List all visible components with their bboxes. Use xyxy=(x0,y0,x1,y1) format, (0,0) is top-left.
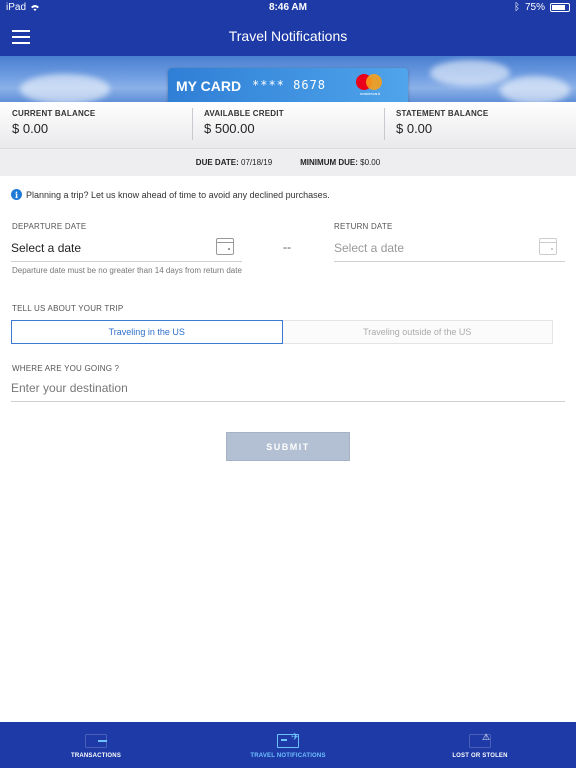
due-info-bar: DUE DATE: 07/18/19 MINIMUM DUE: $0.00 xyxy=(0,148,576,176)
card-banner: MY CARD **** 8678 mastercard xyxy=(0,56,576,102)
calendar-icon[interactable] xyxy=(216,238,234,255)
balance-value: $ 500.00 xyxy=(204,121,255,136)
calendar-icon[interactable] xyxy=(539,238,557,255)
departure-date-hint: Departure date must be no greater than 1… xyxy=(12,266,242,275)
cloud-decoration xyxy=(500,76,570,102)
statement-balance: STATEMENT BALANCE $ 0.00 xyxy=(384,102,576,148)
trip-option-us[interactable]: Traveling in the US xyxy=(11,320,283,344)
travel-airplane-icon xyxy=(277,732,299,748)
card-number: **** 8678 xyxy=(252,78,327,92)
return-date-field[interactable]: Select a date xyxy=(334,236,565,262)
available-credit: AVAILABLE CREDIT $ 500.00 xyxy=(192,102,384,148)
page-title: Travel Notifications xyxy=(228,28,348,44)
app-header: iPad 8:46 AM ᛒ 75% Travel Notifications xyxy=(0,0,576,56)
tab-transactions[interactable]: TRANSACTIONS xyxy=(0,722,192,768)
tab-lost-or-stolen[interactable]: LOST OR STOLEN xyxy=(384,722,576,768)
tab-label: TRANSACTIONS xyxy=(70,753,122,759)
balance-value: $ 0.00 xyxy=(12,121,49,136)
destination-label: WHERE ARE YOU GOING ? xyxy=(12,364,120,373)
balance-value: $ 0.00 xyxy=(396,121,433,136)
balance-label: AVAILABLE CREDIT xyxy=(204,109,284,118)
destination-input[interactable]: Enter your destination xyxy=(11,376,565,402)
bottom-tab-bar: TRANSACTIONS TRAVEL NOTIFICATIONS LOST O… xyxy=(0,722,576,768)
tab-label: TRAVEL NOTIFICATIONS xyxy=(250,753,326,759)
battery-icon xyxy=(550,3,570,12)
card-brand: mastercard xyxy=(359,91,380,96)
warning-card-icon xyxy=(469,732,491,748)
trip-option-international[interactable]: Traveling outside of the US xyxy=(282,320,553,344)
due-date: DUE DATE: 07/18/19 xyxy=(195,158,273,167)
credit-card-image: MY CARD **** 8678 mastercard xyxy=(168,68,408,102)
info-icon: i xyxy=(11,189,22,200)
departure-date-value: Select a date xyxy=(11,241,82,255)
balance-label: CURRENT BALANCE xyxy=(12,109,96,118)
mastercard-logo-icon: mastercard xyxy=(354,72,386,96)
departure-date-label: DEPARTURE DATE xyxy=(12,222,87,231)
current-balance: CURRENT BALANCE $ 0.00 xyxy=(0,102,192,148)
destination-placeholder: Enter your destination xyxy=(11,381,128,395)
balances-panel: CURRENT BALANCE $ 0.00 AVAILABLE CREDIT … xyxy=(0,102,576,148)
card-name: MY CARD xyxy=(176,78,242,94)
status-bar: iPad 8:46 AM ᛒ 75% xyxy=(0,0,576,16)
cloud-decoration xyxy=(430,60,510,86)
departure-date-field[interactable]: Select a date xyxy=(11,236,242,262)
balance-label: STATEMENT BALANCE xyxy=(396,109,489,118)
submit-button[interactable]: SUBMIT xyxy=(226,432,350,461)
bluetooth-icon: ᛒ xyxy=(513,2,520,13)
date-separator: -- xyxy=(283,240,291,254)
status-time: 8:46 AM xyxy=(269,2,307,13)
cloud-decoration xyxy=(20,74,110,102)
return-date-placeholder: Select a date xyxy=(334,241,405,255)
battery-percent: 75% xyxy=(524,2,545,13)
status-right: ᛒ 75% xyxy=(514,2,570,13)
info-text: Planning a trip? Let us know ahead of ti… xyxy=(26,189,330,200)
info-message: i Planning a trip? Let us know ahead of … xyxy=(11,189,330,200)
trip-type-segmented-control: Traveling in the US Traveling outside of… xyxy=(11,320,553,344)
minimum-due: MINIMUM DUE: $0.00 xyxy=(300,158,381,167)
tab-label: LOST OR STOLEN xyxy=(452,753,508,759)
return-date-label: RETURN DATE xyxy=(334,222,393,231)
transactions-card-icon xyxy=(85,734,107,748)
trip-type-label: TELL US ABOUT YOUR TRIP xyxy=(12,304,124,313)
tab-travel-notifications[interactable]: TRAVEL NOTIFICATIONS xyxy=(192,722,384,768)
